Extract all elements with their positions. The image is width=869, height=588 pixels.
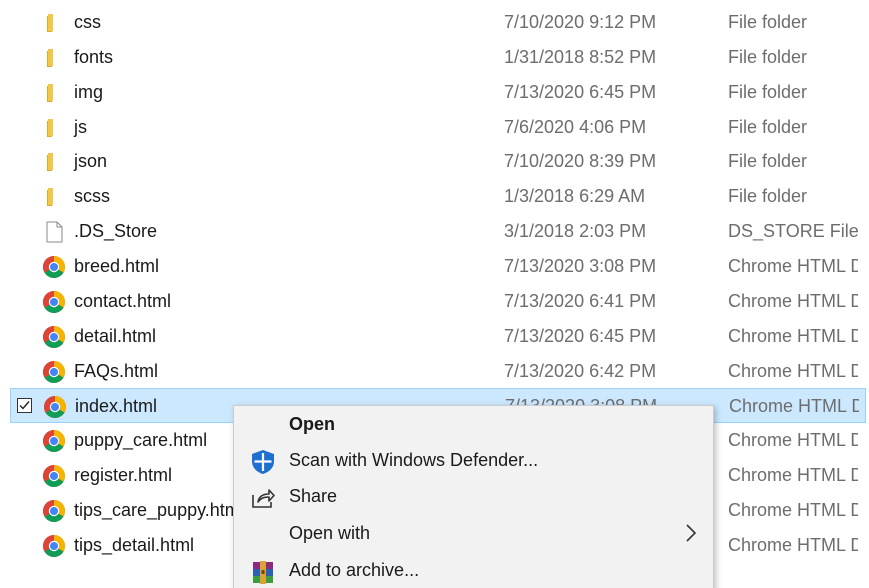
folder-icon xyxy=(42,185,66,209)
file-name: FAQs.html xyxy=(74,360,159,381)
menu-item-add-archive[interactable]: Add to archive... xyxy=(234,552,713,588)
file-row[interactable]: css 7/10/2020 9:12 PM File folder xyxy=(0,5,866,40)
file-date-modified: 7/6/2020 4:06 PM xyxy=(504,116,647,137)
windows-defender-icon xyxy=(250,449,276,475)
blank-file-icon xyxy=(42,220,66,244)
file-date-modified: 3/1/2018 2:03 PM xyxy=(504,221,647,242)
file-explorer: css 7/10/2020 9:12 PM File folder fonts 1/31… xyxy=(0,0,869,588)
file-name: puppy_care.html xyxy=(74,430,208,451)
row-checkbox[interactable] xyxy=(17,398,32,414)
file-type: Chrome HTML D xyxy=(729,396,859,417)
file-type: Chrome HTML D xyxy=(728,465,858,486)
file-type: Chrome HTML D xyxy=(728,499,858,520)
chrome-icon xyxy=(42,464,66,488)
folder-icon xyxy=(42,150,66,174)
chrome-icon xyxy=(42,534,66,558)
file-name: img xyxy=(74,81,104,102)
file-type: Chrome HTML D xyxy=(728,325,858,346)
file-type: Chrome HTML D xyxy=(728,430,858,451)
file-row[interactable]: json 7/10/2020 8:39 PM File folder xyxy=(0,144,866,179)
file-row[interactable]: breed.html 7/13/2020 3:08 PM Chrome HTML D xyxy=(0,249,866,284)
file-type: File folder xyxy=(728,151,808,172)
file-name: json xyxy=(74,151,108,172)
chrome-icon xyxy=(42,255,66,279)
file-name: css xyxy=(74,12,101,32)
context-menu: Open Scan with Windows Defender... Share… xyxy=(233,405,714,588)
file-name: breed.html xyxy=(74,256,160,276)
file-type: File folder xyxy=(728,81,808,102)
file-date-modified: 7/13/2020 6:42 PM xyxy=(504,360,657,381)
chrome-icon xyxy=(42,290,66,314)
file-name: tips_care_puppy.html xyxy=(74,499,244,520)
file-row[interactable]: detail.html 7/13/2020 6:45 PM Chrome HTML … xyxy=(0,319,866,354)
share-icon xyxy=(250,485,276,511)
file-type: Chrome HTML D xyxy=(728,290,858,311)
chrome-icon xyxy=(42,325,66,349)
menu-item-open[interactable]: Open xyxy=(234,406,713,442)
file-date-modified: 7/13/2020 6:45 PM xyxy=(504,325,657,346)
chrome-icon xyxy=(42,499,66,523)
file-name: .DS_Store xyxy=(74,221,158,242)
file-date-modified: 7/10/2020 8:39 PM xyxy=(504,151,657,172)
file-date-modified: 7/13/2020 6:41 PM xyxy=(504,290,657,311)
file-type: DS_STORE File xyxy=(728,221,858,242)
menu-label-add-archive: Add to archive... xyxy=(289,560,420,580)
winrar-icon xyxy=(250,559,276,585)
menu-item-open-with[interactable]: Open with xyxy=(234,515,713,551)
file-date-modified: 7/13/2020 6:45 PM xyxy=(504,81,657,102)
file-type: File folder xyxy=(728,46,808,67)
menu-label-open: Open xyxy=(289,414,336,434)
file-type: File folder xyxy=(728,186,808,207)
file-row[interactable]: img 7/13/2020 6:45 PM File folder xyxy=(0,75,866,110)
folder-icon xyxy=(42,46,66,70)
folder-icon xyxy=(42,116,66,140)
menu-label-open-with: Open with xyxy=(289,523,371,543)
file-type: Chrome HTML D xyxy=(728,534,858,555)
menu-label-share: Share xyxy=(289,486,338,506)
chrome-icon xyxy=(42,429,66,453)
file-date-modified: 7/10/2020 9:12 PM xyxy=(504,12,657,32)
file-date-modified: 7/13/2020 3:08 PM xyxy=(504,256,657,276)
folder-icon xyxy=(42,81,66,105)
file-type: File folder xyxy=(728,12,808,32)
file-name: js xyxy=(74,116,87,137)
file-date-modified: 1/3/2018 6:29 AM xyxy=(504,186,646,207)
file-row[interactable]: scss 1/3/2018 6:29 AM File folder xyxy=(0,179,866,214)
file-row[interactable]: js 7/6/2020 4:06 PM File folder xyxy=(0,110,866,145)
file-name: tips_detail.html xyxy=(74,534,195,555)
file-type: Chrome HTML D xyxy=(728,360,858,381)
file-name: detail.html xyxy=(74,325,157,346)
menu-item-scan-defender[interactable]: Scan with Windows Defender... xyxy=(234,442,713,478)
file-type: Chrome HTML D xyxy=(728,256,858,276)
file-name: fonts xyxy=(74,46,114,67)
menu-label-scan: Scan with Windows Defender... xyxy=(289,450,539,470)
chevron-right-icon xyxy=(684,523,698,543)
file-row[interactable]: fonts 1/31/2018 8:52 PM File folder xyxy=(0,40,866,75)
chrome-icon xyxy=(43,395,67,419)
file-row[interactable]: .DS_Store 3/1/2018 2:03 PM DS_STORE File xyxy=(0,214,866,249)
file-name: index.html xyxy=(75,396,158,417)
file-name: contact.html xyxy=(74,290,172,311)
file-name: scss xyxy=(74,186,110,207)
file-row[interactable]: contact.html 7/13/2020 6:41 PM Chrome HTML… xyxy=(0,284,866,319)
file-row[interactable]: FAQs.html 7/13/2020 6:42 PM Chrome HTML D xyxy=(0,354,866,389)
file-type: File folder xyxy=(728,116,808,137)
menu-item-share[interactable]: Share xyxy=(234,478,713,514)
folder-icon xyxy=(42,11,66,35)
file-name: register.html xyxy=(74,465,173,486)
chrome-icon xyxy=(42,360,66,384)
file-date-modified: 1/31/2018 8:52 PM xyxy=(504,46,657,67)
